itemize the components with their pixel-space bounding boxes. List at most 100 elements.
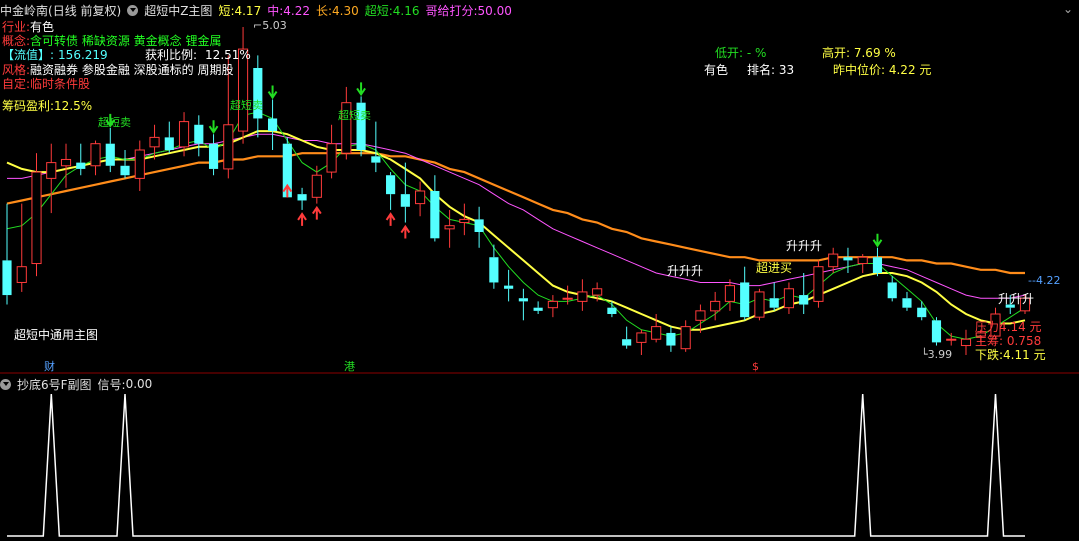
- high-open: 高开: 7.69 %: [822, 46, 896, 60]
- candle-body: [326, 143, 337, 173]
- candle: [267, 99, 278, 150]
- candle-body: [636, 332, 647, 343]
- median-price: 昨中位价: 4.22 元: [833, 63, 932, 77]
- low-price-marker: └3.99: [921, 348, 953, 361]
- candle-body: [769, 298, 779, 308]
- candle: [356, 96, 366, 157]
- long-value: 4.30: [332, 3, 359, 18]
- float-row: 【流值】: 156.219: [2, 49, 108, 61]
- chip-value: 12.5%: [54, 99, 93, 113]
- candle-body: [194, 124, 204, 144]
- candle: [872, 247, 883, 277]
- candle: [2, 203, 12, 305]
- buy-label-2: 超进买: [756, 261, 793, 275]
- candle-body: [960, 338, 972, 347]
- signal-arrows: [105, 82, 883, 248]
- candle-body: [607, 307, 617, 314]
- candle: [326, 124, 337, 179]
- custom-label: 自定:: [2, 77, 31, 91]
- candle-body: [622, 339, 632, 346]
- buy-arrow-icon: [297, 212, 307, 226]
- candle-body: [504, 285, 514, 289]
- candle: [90, 140, 101, 176]
- candle: [386, 172, 396, 210]
- candle-body: [931, 320, 942, 343]
- custom-value: 临时条件股: [30, 77, 91, 91]
- industry-label: 行业:: [2, 20, 31, 34]
- candle: [666, 326, 676, 352]
- candle: [843, 247, 853, 273]
- candle-body: [2, 260, 12, 296]
- long-label: 长:: [315, 3, 333, 18]
- candle: [371, 121, 381, 173]
- sell-arrow-icon: [872, 233, 883, 248]
- candle-body: [533, 307, 543, 311]
- sub-signal-chart[interactable]: [0, 376, 1079, 541]
- low-open: 低开: - %: [715, 46, 767, 60]
- candle: [740, 266, 750, 321]
- buy-arrow-icon: [400, 224, 411, 239]
- buy-label-1: 升升升: [667, 264, 704, 278]
- candle: [533, 301, 543, 314]
- sub-indicator-menu-icon[interactable]: [0, 378, 11, 390]
- candle: [474, 206, 484, 248]
- sell-label-2: 超短卖: [230, 99, 263, 112]
- indicator-menu-icon[interactable]: [127, 4, 139, 16]
- concept-value: 含可转债 稀缺资源 黄金概念 锂金属: [30, 34, 222, 48]
- candle: [946, 332, 957, 346]
- sell-label-3: 超短卖: [338, 109, 371, 122]
- candle: [518, 288, 528, 321]
- event-marker-dollar[interactable]: $: [752, 361, 759, 372]
- candle-body: [562, 297, 573, 300]
- candle: [636, 329, 647, 355]
- candle-body: [76, 162, 86, 169]
- candle-body: [474, 219, 484, 232]
- candle-body: [917, 307, 927, 318]
- event-marker-finance[interactable]: 财: [44, 361, 55, 372]
- candle: [105, 127, 115, 173]
- style-value: 融资融券 参股金融 深股通标的 周期股: [30, 63, 234, 77]
- sell-arrow-icon: [356, 82, 366, 97]
- candle-body: [857, 256, 868, 265]
- sector-name: 有色: [704, 63, 729, 77]
- candle-body: [651, 326, 662, 340]
- last-price-marker: --4.22: [1028, 274, 1061, 287]
- ma-ultra-line: [6, 111, 1026, 340]
- candle: [134, 140, 145, 191]
- candle-body: [223, 124, 234, 170]
- candle-body: [267, 118, 278, 132]
- style-row: 风格:融资融券 参股金融 深股通标的 周期股: [2, 64, 234, 76]
- candle-body: [178, 121, 190, 148]
- sub-indicator-name[interactable]: 抄底6号F副图: [17, 376, 92, 393]
- short-label: 短:: [218, 3, 235, 18]
- candle-body: [724, 285, 736, 302]
- style-label: 风格:: [2, 63, 31, 77]
- industry-value: 有色: [30, 20, 55, 34]
- candle: [31, 153, 42, 277]
- buy-arrow-icon: [311, 205, 322, 220]
- candle-body: [799, 295, 809, 305]
- profit-ratio-row: 获利比例: 12.51%: [145, 49, 251, 61]
- candle: [237, 27, 249, 144]
- candle-body: [16, 266, 27, 283]
- candle-body: [887, 282, 897, 299]
- candle: [194, 115, 204, 157]
- profit-ratio-value: 12.51%: [205, 48, 251, 62]
- candle: [76, 143, 86, 176]
- stock-name: 中金岭南: [0, 3, 49, 18]
- indicator-name[interactable]: 超短中Z主图: [144, 2, 212, 19]
- candle: [680, 320, 691, 352]
- chip-label: 筹码盈利:: [2, 99, 55, 113]
- candle: [902, 291, 912, 311]
- event-marker-hk[interactable]: 港: [344, 361, 355, 372]
- candle: [311, 165, 322, 204]
- candle: [504, 269, 514, 302]
- candle: [415, 181, 426, 217]
- concept-label: 概念:: [2, 34, 31, 48]
- candle-body: [430, 191, 440, 239]
- header-bar: 中金岭南 (日线 前复权) 超短中Z主图 短:4.17 中:4.22 长:4.3…: [0, 2, 512, 18]
- candle: [46, 143, 57, 214]
- buy-label-3: 升升升: [786, 239, 823, 253]
- collapse-icon[interactable]: ⌄: [1063, 3, 1073, 15]
- candle-body: [164, 137, 174, 150]
